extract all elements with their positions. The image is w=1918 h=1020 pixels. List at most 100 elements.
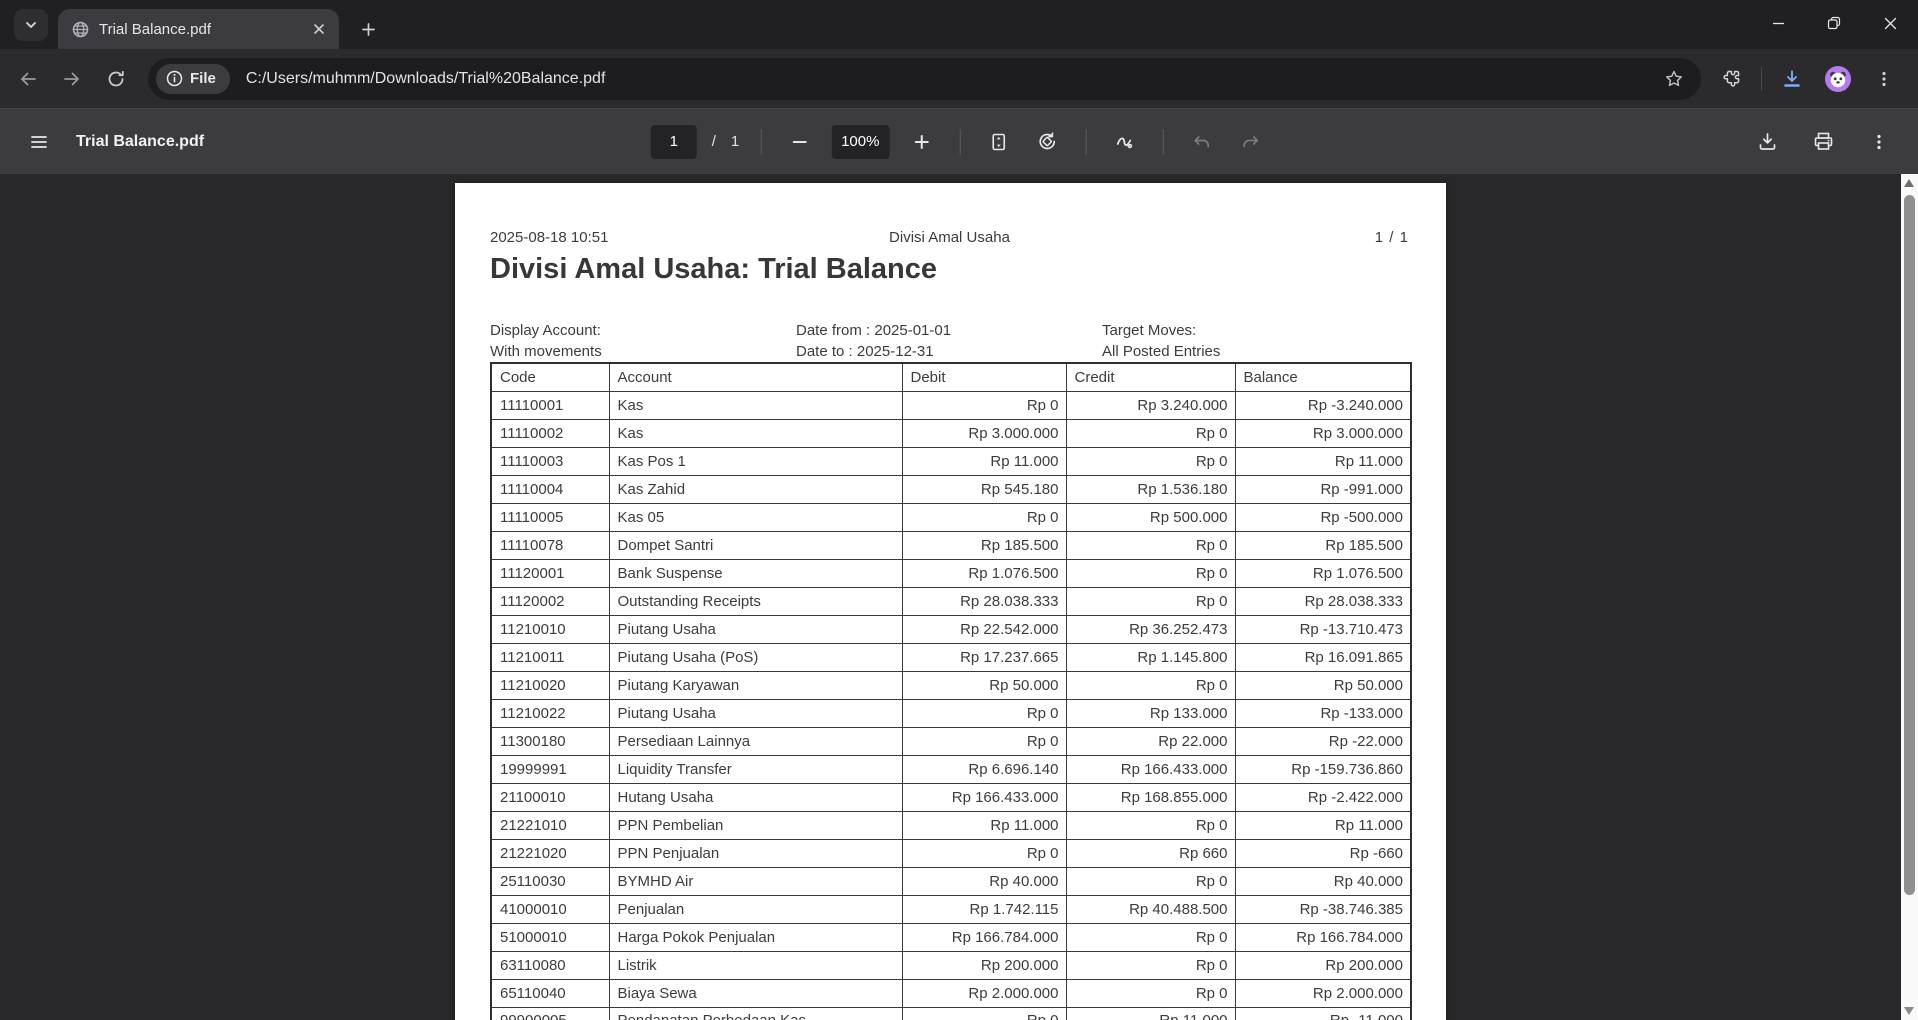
downloads-button[interactable]: [1772, 59, 1812, 99]
table-head: CodeAccountDebitCreditBalance: [491, 363, 1411, 391]
scrollbar-up-arrow-icon[interactable]: [1904, 179, 1914, 187]
table-cell: 11210022: [491, 699, 609, 727]
pdf-download-button[interactable]: [1750, 125, 1784, 159]
scrollbar-thumb[interactable]: [1904, 195, 1915, 895]
scrollbar-down-arrow-icon[interactable]: [1904, 1007, 1914, 1015]
undo-button[interactable]: [1184, 125, 1218, 159]
redo-icon: [1240, 132, 1260, 152]
undo-icon: [1191, 132, 1211, 152]
printed-timestamp: 2025-08-18 10:51: [490, 229, 793, 246]
redo-button[interactable]: [1233, 125, 1267, 159]
table-cell: Rp 0: [1066, 951, 1235, 979]
table-cell: 11120002: [491, 587, 609, 615]
table-cell: 21221020: [491, 839, 609, 867]
back-button[interactable]: [6, 57, 50, 101]
table-cell: Piutang Usaha (PoS): [609, 643, 902, 671]
table-cell: Rp 185.500: [1235, 531, 1411, 559]
table-row: 11110005Kas 05Rp 0Rp 500.000Rp -500.000: [491, 503, 1411, 531]
arrow-back-icon: [18, 69, 38, 89]
zoom-level-input[interactable]: 100%: [831, 125, 889, 159]
table-cell: PPN Penjualan: [609, 839, 902, 867]
table-cell: Rp 0: [1066, 419, 1235, 447]
fit-to-page-icon: [988, 132, 1008, 152]
page-total: 1: [731, 133, 739, 150]
profile-avatar[interactable]: [1818, 59, 1858, 99]
table-cell: 21221010: [491, 811, 609, 839]
table-cell: Rp 40.488.500: [1066, 895, 1235, 923]
rotate-icon: [1037, 131, 1058, 152]
table-cell: Rp -11.000: [1235, 1007, 1411, 1020]
pdf-page: 2025-08-18 10:51 Divisi Amal Usaha 1 / 1…: [455, 183, 1446, 1020]
tab-title: Trial Balance.pdf: [99, 21, 307, 38]
tab-search-button[interactable]: [14, 9, 48, 41]
pdf-toolbar-divider: [1162, 129, 1163, 155]
table-cell: Rp -991.000: [1235, 475, 1411, 503]
chevron-down-icon: [24, 18, 38, 32]
new-tab-button[interactable]: [352, 13, 384, 45]
table-cell: Rp 0: [1066, 811, 1235, 839]
info-circle-icon: [166, 70, 183, 87]
zoom-in-button[interactable]: [904, 125, 938, 159]
table-row: 11110078Dompet SantriRp 185.500Rp 0Rp 18…: [491, 531, 1411, 559]
print-button[interactable]: [1806, 125, 1840, 159]
table-cell: Rp 166.433.000: [902, 783, 1066, 811]
table-cell: Rp -38.746.385: [1235, 895, 1411, 923]
table-cell: Bank Suspense: [609, 559, 902, 587]
table-row: 11300180Persediaan LainnyaRp 0Rp 22.000R…: [491, 727, 1411, 755]
table-row: 11210020Piutang KaryawanRp 50.000Rp 0Rp …: [491, 671, 1411, 699]
table-row: 11110002KasRp 3.000.000Rp 0Rp 3.000.000: [491, 419, 1411, 447]
report-filters: Display Account: With movements Date fro…: [490, 320, 1410, 364]
pdf-toolbar-center: 1 / 1 100%: [651, 109, 1268, 174]
table-cell: Rp 36.252.473: [1066, 615, 1235, 643]
puzzle-icon: [1721, 68, 1742, 89]
table-cell: Rp 0: [1066, 979, 1235, 1007]
window-minimize-button[interactable]: [1750, 0, 1806, 46]
table-cell: Rp -13.710.473: [1235, 615, 1411, 643]
window-restore-button[interactable]: [1806, 0, 1862, 46]
window-close-button[interactable]: [1862, 0, 1918, 46]
table-cell: Rp 660: [1066, 839, 1235, 867]
table-cell: Dompet Santri: [609, 531, 902, 559]
browser-tab[interactable]: Trial Balance.pdf: [58, 9, 339, 49]
forward-button[interactable]: [50, 57, 94, 101]
annotate-draw-button[interactable]: [1107, 125, 1141, 159]
address-bar[interactable]: File C:/Users/muhmm/Downloads/Trial%20Ba…: [148, 58, 1701, 100]
table-cell: Rp 500.000: [1066, 503, 1235, 531]
table-cell: 99900005: [491, 1007, 609, 1020]
table-cell: Rp -3.240.000: [1235, 391, 1411, 419]
table-cell: Rp 200.000: [902, 951, 1066, 979]
table-cell: Kas: [609, 419, 902, 447]
table-cell: Rp 11.000: [902, 811, 1066, 839]
star-icon: [1664, 69, 1684, 89]
rotate-button[interactable]: [1030, 125, 1064, 159]
bookmark-star-button[interactable]: [1657, 62, 1691, 96]
table-cell: Listrik: [609, 951, 902, 979]
table-cell: Rp -2.422.000: [1235, 783, 1411, 811]
url-text[interactable]: C:/Users/muhmm/Downloads/Trial%20Balance…: [246, 70, 1657, 88]
table-row: 11210022Piutang UsahaRp 0Rp 133.000Rp -1…: [491, 699, 1411, 727]
reload-button[interactable]: [94, 57, 138, 101]
table-cell: 11110002: [491, 419, 609, 447]
pdf-menu-button[interactable]: [22, 125, 56, 159]
extensions-button[interactable]: [1711, 59, 1751, 99]
table-cell: Rp 166.433.000: [1066, 755, 1235, 783]
pdf-toolbar-left: Trial Balance.pdf: [22, 125, 204, 159]
table-cell: Rp 1.742.115: [902, 895, 1066, 923]
table-cell: Rp 0: [902, 503, 1066, 531]
table-cell: Rp 0: [902, 839, 1066, 867]
fit-to-page-button[interactable]: [981, 125, 1015, 159]
page-number-input[interactable]: 1: [651, 125, 697, 159]
table-cell: Rp 22.542.000: [902, 615, 1066, 643]
vertical-scrollbar[interactable]: [1901, 174, 1918, 1020]
file-scheme-chip[interactable]: File: [156, 64, 230, 94]
table-cell: 11210020: [491, 671, 609, 699]
table-cell: Kas 05: [609, 503, 902, 531]
table-cell: 11120001: [491, 559, 609, 587]
tab-close-button[interactable]: [307, 17, 331, 41]
pdf-more-options-button[interactable]: [1862, 125, 1896, 159]
filter-value: All Posted Entries: [1102, 341, 1220, 362]
browser-menu-button[interactable]: [1864, 59, 1904, 99]
table-cell: 25110030: [491, 867, 609, 895]
zoom-out-button[interactable]: [782, 125, 816, 159]
table-header-cell: Balance: [1235, 363, 1411, 391]
